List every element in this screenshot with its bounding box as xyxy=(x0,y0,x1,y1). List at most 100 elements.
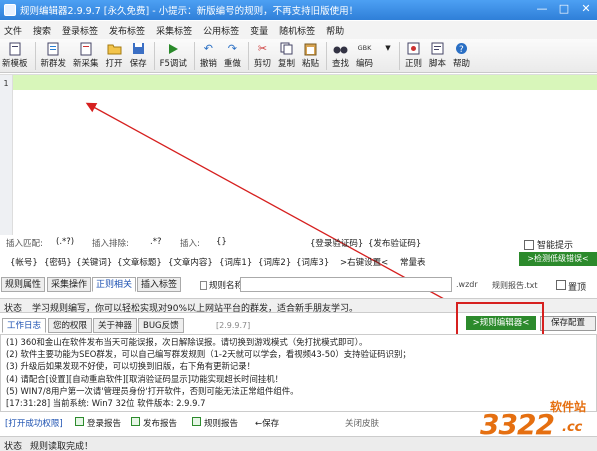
help-icon: ? xyxy=(454,41,470,56)
encoding-icon: GBK xyxy=(357,44,372,52)
file-extension: .wzdr xyxy=(456,280,478,289)
publish-captcha-tag[interactable]: {发布验证码} xyxy=(368,237,421,249)
cut-button[interactable]: ✂ 剪切 xyxy=(254,39,271,69)
new-template-button[interactable]: 新模板 xyxy=(2,39,28,69)
rule-report-file[interactable]: 规则报告.txt xyxy=(492,280,538,291)
menu-common-tags[interactable]: 公用标签 xyxy=(203,24,239,37)
regex-button[interactable]: 正则 xyxy=(405,39,422,69)
scissors-icon: ✂ xyxy=(257,42,268,55)
undo-button[interactable]: ↶ 撤销 xyxy=(200,39,217,69)
log-line: (4) 请配合[设置][自动重启软件][取消验证码显示]功能实现超长时间挂机！ xyxy=(6,373,284,384)
publish-report-checkbox[interactable] xyxy=(131,417,140,426)
binoculars-icon xyxy=(332,41,348,56)
menu-help[interactable]: 帮助 xyxy=(326,24,344,37)
new-collect-button[interactable]: 新采集 xyxy=(73,39,99,69)
toolbar-separator xyxy=(153,42,155,70)
chevron-down-icon: ▼ xyxy=(385,44,391,52)
tag-article-content[interactable]: {文章内容} xyxy=(168,256,213,268)
rule-name-input[interactable] xyxy=(240,277,452,292)
encoding-button[interactable]: GBK 编码 xyxy=(356,39,373,69)
pin-checkbox[interactable] xyxy=(556,280,566,290)
insert-exclude-value[interactable]: .*? xyxy=(150,237,161,247)
tab-rule-properties[interactable]: 规则属性 xyxy=(1,277,46,292)
tab-permissions[interactable]: 您的权限 xyxy=(48,318,93,333)
close-skin-button[interactable]: 关闭皮肤 xyxy=(345,417,379,429)
tab-bug-feedback[interactable]: BUG反馈 xyxy=(138,318,184,333)
version-tag: [2.9.9.7] xyxy=(216,321,251,330)
log-line: (2) 软件主要功能为SEO群发，可以自己编写群发规则（1-2天就可以学会，看视… xyxy=(6,349,411,360)
login-captcha-tag[interactable]: {登录验证码} xyxy=(310,237,363,249)
menu-random-tags[interactable]: 随机标签 xyxy=(279,24,315,37)
line-number: 1 xyxy=(3,79,9,88)
status-text: 学习规则编写，你可以轻松实现对90%以上网站平台的群发，适合新手朋友学习。 xyxy=(32,304,359,314)
close-icon[interactable]: ✕ xyxy=(579,2,593,15)
tab-about[interactable]: 关于神器 xyxy=(93,318,138,333)
tag-keyword[interactable]: {关键词} xyxy=(76,256,112,268)
new-mass-send-button[interactable]: 新群发 xyxy=(41,39,66,69)
tab-collect-ops[interactable]: 采集操作 xyxy=(47,277,92,292)
detect-errors-button[interactable]: >检测低级错误< xyxy=(519,252,597,266)
log-line: (1) 360和金山在软件发布当天可能误报，次日解除误报。请切换到游戏模式（免打… xyxy=(6,337,368,347)
encoding-dropdown[interactable]: ▼ xyxy=(380,39,396,56)
script-button[interactable]: 脚本 xyxy=(429,39,446,69)
debug-button[interactable]: F5调试 xyxy=(160,39,187,69)
doc-icon xyxy=(200,280,207,290)
redo-button[interactable]: ↷ 重做 xyxy=(224,39,241,69)
tag-lexicon-1[interactable]: {词库1} xyxy=(219,256,252,268)
smart-tip-label: 智能提示 xyxy=(537,241,574,251)
watermark-top-text: 软件站 xyxy=(550,400,587,414)
bottom-status-text: 规则读取完成！ xyxy=(30,442,94,451)
login-report-checkbox[interactable] xyxy=(75,417,84,426)
insert-value[interactable]: {} xyxy=(216,237,227,247)
regex-icon xyxy=(406,41,422,56)
smart-tip-check[interactable] xyxy=(524,239,534,250)
save-config-button[interactable]: 保存配置 xyxy=(540,316,596,331)
menu-collect-tags[interactable]: 采集标签 xyxy=(156,24,192,37)
redo-icon: ↷ xyxy=(227,42,238,55)
toolbar-separator xyxy=(34,42,36,70)
smart-tip-checkbox[interactable]: 智能提示 xyxy=(524,238,573,251)
minimize-icon[interactable]: — xyxy=(535,2,549,15)
help-button[interactable]: ? 帮助 xyxy=(453,39,470,69)
paste-button[interactable]: 粘贴 xyxy=(302,39,319,69)
tab-insert-tags[interactable]: 插入标签 xyxy=(137,277,182,292)
site-watermark: 软件站 3322 .cc xyxy=(470,396,597,448)
tag-password[interactable]: {密码} xyxy=(44,256,72,268)
pin-label: 置顶 xyxy=(568,283,587,293)
open-permission-link[interactable]: [打开成功权限] xyxy=(5,417,63,429)
maximize-icon[interactable]: □ xyxy=(557,2,571,15)
open-folder-icon xyxy=(106,41,122,56)
save-icon xyxy=(130,41,146,56)
menu-bar: 文件 搜索 登录标签 发布标签 采集标签 公用标签 变量 随机标签 帮助 xyxy=(0,21,597,39)
copy-icon xyxy=(278,41,294,56)
menu-publish-tags[interactable]: 发布标签 xyxy=(109,24,145,37)
rule-report-checkbox[interactable] xyxy=(192,417,201,426)
title-bar: 规则编辑器2.9.9.7 [永久免费] - 小提示：新版编号的规则，不再支持旧版… xyxy=(0,0,597,20)
menu-login-tags[interactable]: 登录标签 xyxy=(62,24,98,37)
window-title: 规则编辑器2.9.9.7 [永久免费] - 小提示：新版编号的规则，不再支持旧版… xyxy=(20,6,359,17)
save-options-button[interactable]: ←保存 xyxy=(255,417,279,429)
toolbar: 新模板 新群发 新采集 打开 保存 F5调试 ↶ 撤销 ↷ 重做 ✂ 剪切 复制 粘贴… xyxy=(0,39,597,73)
paste-icon xyxy=(302,41,318,56)
insert-match-value[interactable]: (.*?) xyxy=(56,237,74,247)
tag-article-title[interactable]: {文章标题} xyxy=(117,256,162,268)
insert-exclude-label: 插入排除: xyxy=(92,239,129,249)
tag-lexicon-2[interactable]: {词库2} xyxy=(258,256,291,268)
tag-account[interactable]: {帐号} xyxy=(10,256,38,268)
menu-file[interactable]: 文件 xyxy=(4,24,22,37)
copy-button[interactable]: 复制 xyxy=(278,39,295,69)
find-button[interactable]: 查找 xyxy=(332,39,349,69)
rule-report-label: 规则报告 xyxy=(204,419,239,429)
save-button[interactable]: 保存 xyxy=(130,39,147,69)
toolbar-separator xyxy=(247,42,249,70)
menu-variables[interactable]: 变量 xyxy=(250,24,268,37)
right-click-settings[interactable]: >右键设置< xyxy=(340,256,388,268)
open-button[interactable]: 打开 xyxy=(106,39,123,69)
menu-search[interactable]: 搜索 xyxy=(33,24,51,37)
constants-table[interactable]: 常量表 xyxy=(400,256,426,268)
tab-regex[interactable]: 正则相关 xyxy=(92,277,137,292)
tag-lexicon-3[interactable]: {词库3} xyxy=(296,256,329,268)
tab-work-log[interactable]: 工作日志 xyxy=(2,318,47,333)
line-number-gutter: 1 xyxy=(0,75,13,235)
code-editor[interactable]: 1 xyxy=(0,74,597,235)
